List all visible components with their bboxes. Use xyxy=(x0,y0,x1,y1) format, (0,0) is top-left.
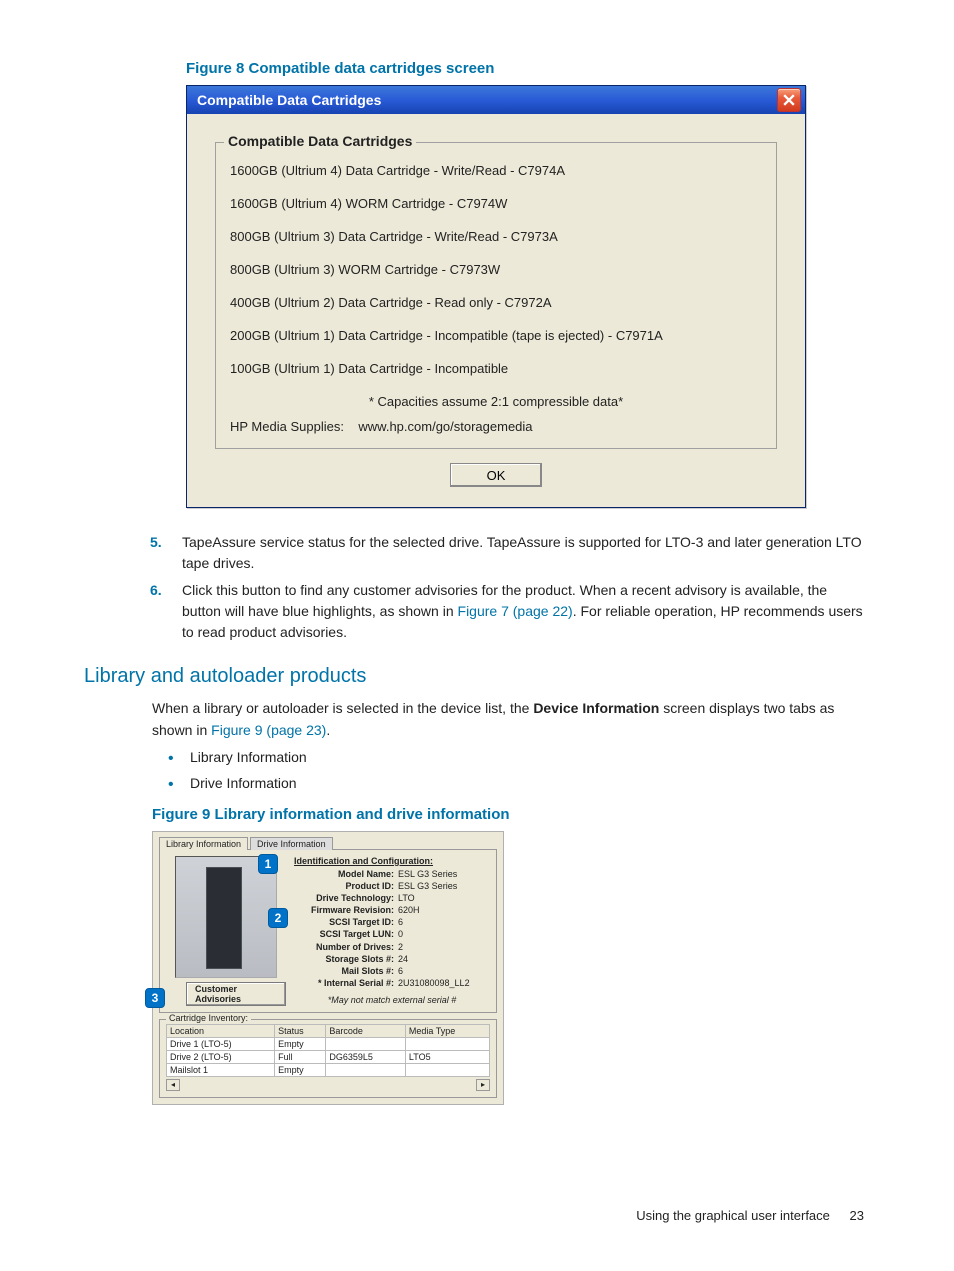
tab-library-information[interactable]: Library Information xyxy=(159,837,248,850)
dialog-title: Compatible Data Cartridges xyxy=(197,92,777,108)
kv-value: 24 xyxy=(398,953,408,965)
callout-3: 3 xyxy=(145,988,165,1008)
kv-key: SCSI Target LUN: xyxy=(294,928,398,940)
table-row[interactable]: Drive 2 (LTO-5) Full DG6359L5 LTO5 xyxy=(167,1050,490,1063)
cell: DG6359L5 xyxy=(326,1050,406,1063)
compatible-cartridges-dialog: Compatible Data Cartridges Compatible Da… xyxy=(186,85,806,508)
kv-key: Drive Technology: xyxy=(294,892,398,904)
cartridge-item: 800GB (Ultrium 3) WORM Cartridge - C7973… xyxy=(230,262,762,277)
cartridge-item: 200GB (Ultrium 1) Data Cartridge - Incom… xyxy=(230,328,762,343)
cell: Full xyxy=(275,1050,326,1063)
supplies-url: www.hp.com/go/storagemedia xyxy=(358,419,532,434)
dialog-titlebar: Compatible Data Cartridges xyxy=(187,86,805,114)
cartridge-item: 400GB (Ultrium 2) Data Cartridge - Read … xyxy=(230,295,762,310)
cell: Drive 1 (LTO-5) xyxy=(167,1037,275,1050)
cell: Drive 2 (LTO-5) xyxy=(167,1050,275,1063)
cell: Empty xyxy=(275,1037,326,1050)
section-paragraph: When a library or autoloader is selected… xyxy=(152,698,864,741)
figure7-link[interactable]: Figure 7 (page 22) xyxy=(458,603,573,619)
page-number: 23 xyxy=(850,1208,864,1223)
kv-key: Number of Drives: xyxy=(294,941,398,953)
bullet-text: Library Information xyxy=(190,749,307,768)
bullet-icon: • xyxy=(168,775,190,794)
callout-1: 1 xyxy=(258,854,278,874)
close-button[interactable] xyxy=(777,88,801,112)
customer-advisories-button[interactable]: Customer Advisories xyxy=(186,982,286,1006)
capacity-footnote: * Capacities assume 2:1 compressible dat… xyxy=(230,394,762,409)
serial-note: *May not match external serial # xyxy=(294,995,490,1005)
inventory-legend: Cartridge Inventory: xyxy=(166,1013,251,1023)
figure9-caption: Figure 9 Library information and drive i… xyxy=(152,806,864,823)
kv-key: Product ID: xyxy=(294,880,398,892)
cell: LTO5 xyxy=(405,1050,489,1063)
kv-key: SCSI Target ID: xyxy=(294,916,398,928)
scroll-right-icon[interactable]: ▸ xyxy=(476,1079,490,1091)
cartridge-item: 1600GB (Ultrium 4) WORM Cartridge - C797… xyxy=(230,196,762,211)
numbered-list: 5. TapeAssure service status for the sel… xyxy=(150,532,864,643)
table-header[interactable]: Status xyxy=(275,1024,326,1037)
cell xyxy=(326,1063,406,1076)
kv-value: ESL G3 Series xyxy=(398,880,457,892)
cartridge-item: 1600GB (Ultrium 4) Data Cartridge - Writ… xyxy=(230,163,762,178)
list-item-text: TapeAssure service status for the select… xyxy=(182,532,864,574)
kv-value: 0 xyxy=(398,928,403,940)
kv-value: 6 xyxy=(398,916,403,928)
scroll-left-icon[interactable]: ◂ xyxy=(166,1079,180,1091)
kv-key: Model Name: xyxy=(294,868,398,880)
bullet-list: •Library Information •Drive Information xyxy=(168,749,864,793)
table-header[interactable]: Barcode xyxy=(326,1024,406,1037)
supplies-label: HP Media Supplies: xyxy=(230,419,344,434)
table-row[interactable]: Drive 1 (LTO-5) Empty xyxy=(167,1037,490,1050)
kv-value: 2 xyxy=(398,941,403,953)
ok-button[interactable]: OK xyxy=(450,463,542,487)
bullet-text: Drive Information xyxy=(190,775,297,794)
kv-value: 6 xyxy=(398,965,403,977)
groupbox-legend: Compatible Data Cartridges xyxy=(224,133,416,149)
page-footer: Using the graphical user interface 23 xyxy=(636,1208,864,1223)
cartridges-groupbox: Compatible Data Cartridges 1600GB (Ultri… xyxy=(215,142,777,449)
kv-key: * Internal Serial #: xyxy=(294,977,398,989)
section-heading-library: Library and autoloader products xyxy=(84,665,864,688)
callout-2: 2 xyxy=(268,908,288,928)
close-icon xyxy=(783,94,795,106)
kv-key: Storage Slots #: xyxy=(294,953,398,965)
device-image xyxy=(175,856,277,978)
table-header[interactable]: Location xyxy=(167,1024,275,1037)
identification-header: Identification and Configuration: xyxy=(294,856,490,866)
kv-value: ESL G3 Series xyxy=(398,868,457,880)
cartridge-item: 800GB (Ultrium 3) Data Cartridge - Write… xyxy=(230,229,762,244)
list-number: 5. xyxy=(150,532,182,574)
tab-drive-information[interactable]: Drive Information xyxy=(250,837,333,850)
text-fragment: . xyxy=(326,722,330,738)
text-fragment: When a library or autoloader is selected… xyxy=(152,700,533,716)
identification-block: Identification and Configuration: Model … xyxy=(294,856,490,1006)
cell: Empty xyxy=(275,1063,326,1076)
kv-key: Mail Slots #: xyxy=(294,965,398,977)
cell xyxy=(326,1037,406,1050)
horizontal-scrollbar[interactable]: ◂ ▸ xyxy=(166,1079,490,1091)
cell: Mailslot 1 xyxy=(167,1063,275,1076)
kv-key: Firmware Revision: xyxy=(294,904,398,916)
inventory-table: Location Status Barcode Media Type Drive… xyxy=(166,1024,490,1077)
table-row[interactable]: Mailslot 1 Empty xyxy=(167,1063,490,1076)
cell xyxy=(405,1063,489,1076)
kv-value: LTO xyxy=(398,892,415,904)
figure9-link[interactable]: Figure 9 (page 23) xyxy=(211,722,326,738)
cell xyxy=(405,1037,489,1050)
cartridge-item: 100GB (Ultrium 1) Data Cartridge - Incom… xyxy=(230,361,762,376)
figure8-caption: Figure 8 Compatible data cartridges scre… xyxy=(186,60,864,77)
list-item-text: Click this button to find any customer a… xyxy=(182,580,864,643)
list-number: 6. xyxy=(150,580,182,643)
media-supplies-row: HP Media Supplies: www.hp.com/go/storage… xyxy=(230,419,762,434)
footer-text: Using the graphical user interface xyxy=(636,1208,830,1223)
cartridge-inventory-group: Cartridge Inventory: Location Status Bar… xyxy=(159,1019,497,1098)
kv-value: 620H xyxy=(398,904,420,916)
bullet-icon: • xyxy=(168,749,190,768)
table-header[interactable]: Media Type xyxy=(405,1024,489,1037)
library-info-panel: Library Information Drive Information 1 … xyxy=(152,831,504,1105)
kv-value: 2U31080098_LL2 xyxy=(398,977,470,989)
text-bold: Device Information xyxy=(533,700,659,716)
